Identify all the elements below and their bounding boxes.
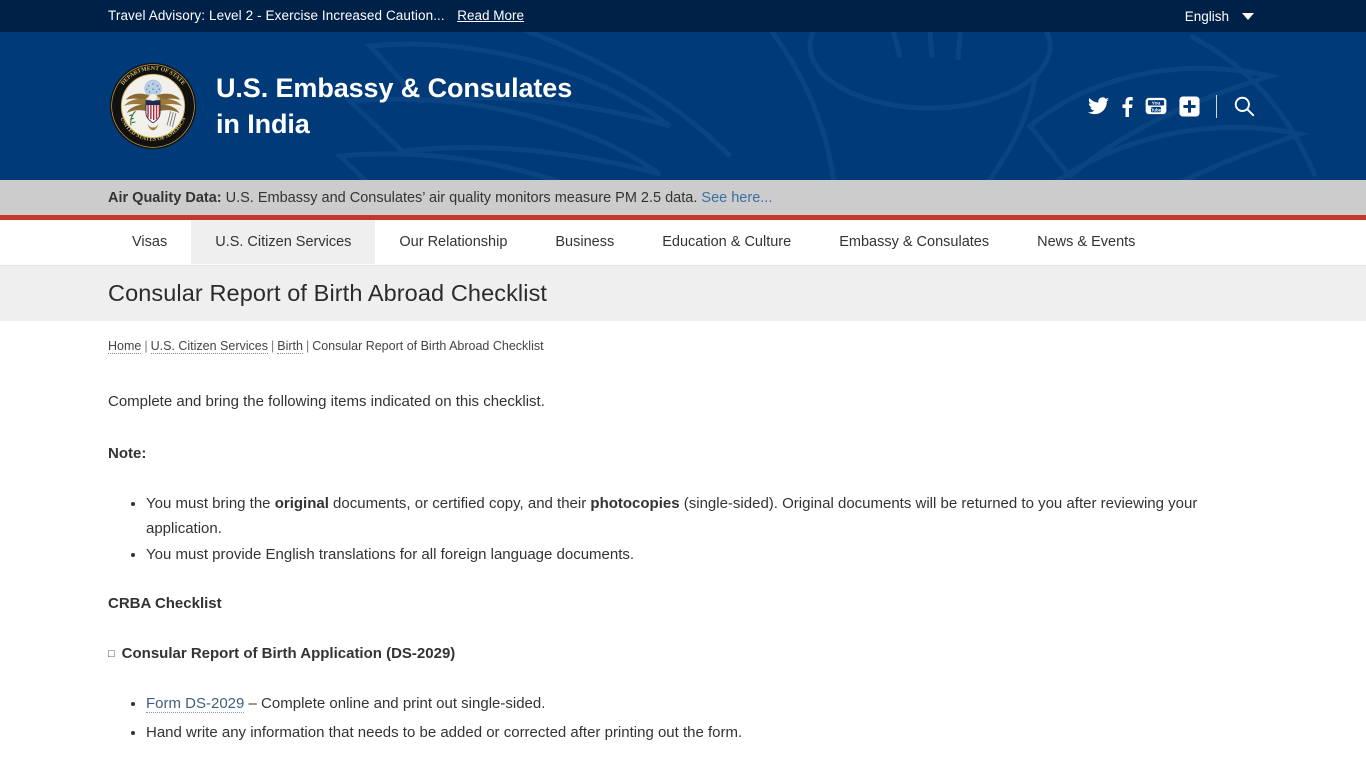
air-quality-see-here-link[interactable]: See here... [701, 190, 772, 206]
nav-item-us-citizen-services[interactable]: U.S. Citizen Services [191, 220, 376, 264]
breadcrumb-item-current: Consular Report of Birth Abroad Checklis… [312, 339, 544, 353]
page-title-band: Consular Report of Birth Abroad Checklis… [0, 265, 1366, 321]
note-list: You must bring the original documents, o… [108, 465, 1260, 568]
note-heading: Note: [108, 444, 147, 462]
breadcrumb-item-birth[interactable]: Birth [277, 339, 303, 354]
facebook-icon[interactable] [1121, 95, 1133, 117]
checklist-item-list: Form DS-2029 – Complete online and print… [108, 664, 1260, 747]
nav-item-business[interactable]: Business [531, 220, 638, 264]
brand-title-line2: in India [216, 109, 310, 139]
advisory-read-more-link[interactable]: Read More [457, 8, 524, 23]
share-plus-icon[interactable] [1179, 95, 1200, 117]
nav-item-visas[interactable]: Visas [108, 220, 191, 264]
breadcrumb-separator: | [144, 339, 148, 353]
article-body: Complete and bring the following items i… [108, 353, 1260, 747]
page-title: Consular Report of Birth Abroad Checklis… [108, 280, 548, 306]
breadcrumb: Home | U.S. Citizen Services | Birth | Consula… [108, 321, 1260, 354]
travel-advisory-bar: Travel Advisory: Level 2 - Exercise Incr… [0, 0, 1366, 32]
header-social-bar: You Tube [1088, 94, 1259, 118]
content-area: Home | U.S. Citizen Services | Birth | Consula… [106, 321, 1260, 748]
form-ds-2029-link[interactable]: Form DS-2029 [146, 695, 245, 714]
search-icon[interactable] [1233, 95, 1255, 117]
list-item: You must provide English translations fo… [146, 542, 1260, 568]
language-selector[interactable]: English [1185, 9, 1260, 24]
page-title-inner: Consular Report of Birth Abroad Checklis… [106, 280, 1260, 307]
breadcrumb-separator: | [305, 339, 310, 353]
header-divider [1216, 94, 1217, 118]
site-header: DEPARTMENT OF STATE UNITED STATES OF AME… [0, 32, 1366, 180]
nav-item-our-relationship[interactable]: Our Relationship [375, 220, 531, 264]
twitter-icon[interactable] [1088, 97, 1109, 115]
checklist-section-heading: □ Consular Report of Birth Application (… [108, 615, 1260, 665]
site-brand[interactable]: DEPARTMENT OF STATE UNITED STATES OF AME… [107, 62, 572, 150]
list-item: You must bring the original documents, o… [146, 491, 1260, 543]
primary-navigation: Visas U.S. Citizen Services Our Relation… [0, 220, 1366, 265]
nav-item-news-events[interactable]: News & Events [1013, 220, 1159, 264]
breadcrumb-item-us-citizen-services[interactable]: U.S. Citizen Services [150, 339, 268, 354]
language-label: English [1184, 8, 1229, 24]
list-item: Form DS-2029 – Complete online and print… [146, 690, 1260, 719]
note-text-part1: You must bring the [146, 494, 275, 512]
youtube-icon[interactable]: You Tube [1145, 97, 1167, 115]
air-quality-label: Air Quality Data: [108, 189, 222, 206]
nav-inner: Visas U.S. Citizen Services Our Relation… [106, 220, 1260, 264]
nav-item-embassy-consulates[interactable]: Embassy & Consulates [815, 220, 1013, 264]
note-text-part2: documents, or certified copy, and their [328, 494, 591, 512]
brand-title: U.S. Embassy & Consulates in India [216, 70, 572, 142]
brand-title-line1: U.S. Embassy & Consulates [216, 72, 573, 103]
svg-text:You: You [1152, 101, 1161, 107]
chevron-down-icon [1242, 12, 1254, 20]
air-quality-bar: Air Quality Data: U.S. Embassy and Consu… [0, 180, 1366, 215]
form-item-text: – Complete online and print out single-s… [244, 695, 546, 713]
air-quality-inner: Air Quality Data: U.S. Embassy and Consu… [106, 190, 1260, 206]
header-inner: DEPARTMENT OF STATE UNITED STATES OF AME… [107, 32, 1259, 180]
breadcrumb-item-home[interactable]: Home [108, 339, 142, 354]
svg-text:Tube: Tube [1151, 107, 1162, 112]
crba-checklist-heading: CRBA Checklist [108, 594, 222, 612]
note-bold-original: original [274, 494, 329, 512]
checklist-section-heading-label: Consular Report of Birth Application (DS… [121, 644, 456, 662]
empty-checkbox-icon: □ [108, 647, 115, 660]
air-quality-text: U.S. Embassy and Consulates’ air quality… [221, 189, 702, 206]
advisory-text: Travel Advisory: Level 2 - Exercise Incr… [108, 8, 445, 23]
department-of-state-seal: DEPARTMENT OF STATE UNITED STATES OF AME… [109, 62, 197, 150]
advisory-inner: Travel Advisory: Level 2 - Exercise Incr… [106, 7, 1260, 25]
advisory-message-group: Travel Advisory: Level 2 - Exercise Incr… [108, 7, 524, 25]
breadcrumb-separator: | [271, 339, 275, 353]
list-item: Hand write any information that needs to… [146, 719, 1260, 748]
intro-paragraph: Complete and bring the following items i… [108, 393, 545, 410]
nav-item-education-culture[interactable]: Education & Culture [638, 220, 815, 264]
note-bold-photocopies: photocopies [590, 494, 680, 512]
